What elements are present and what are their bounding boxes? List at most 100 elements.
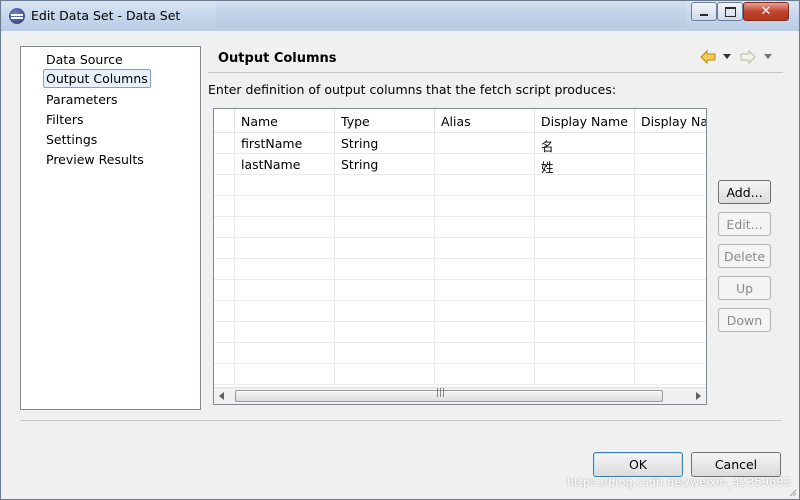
table-cell[interactable] — [235, 322, 335, 343]
scroll-thumb[interactable] — [235, 388, 663, 402]
table-row[interactable] — [214, 217, 706, 238]
table-cell[interactable] — [335, 280, 435, 301]
table-cell[interactable] — [635, 238, 706, 259]
table-cell[interactable] — [435, 280, 535, 301]
table-cell[interactable] — [435, 217, 535, 238]
nav-item-parameters[interactable]: Parameters — [43, 90, 121, 109]
table-cell[interactable] — [535, 238, 635, 259]
back-history-dropdown-icon[interactable] — [723, 54, 731, 59]
minimize-button[interactable] — [691, 2, 717, 21]
table-cell[interactable]: firstName — [235, 133, 335, 154]
table-cell[interactable] — [235, 238, 335, 259]
column-header-name[interactable]: Name — [235, 109, 335, 133]
cancel-button[interactable]: Cancel — [691, 452, 781, 477]
table-cell[interactable] — [335, 364, 435, 385]
delete-button[interactable]: Delete — [718, 244, 771, 268]
table-cell[interactable] — [635, 133, 706, 154]
horizontal-scrollbar[interactable] — [214, 387, 706, 404]
table-row[interactable] — [214, 322, 706, 343]
table-row[interactable] — [214, 364, 706, 385]
column-header-display-name[interactable]: Display Name — [535, 109, 635, 133]
table-cell[interactable] — [635, 280, 706, 301]
table-cell[interactable] — [235, 175, 335, 196]
edit-button[interactable]: Edit... — [718, 212, 771, 236]
table-cell[interactable] — [235, 259, 335, 280]
table-cell[interactable] — [335, 217, 435, 238]
table-cell[interactable] — [235, 196, 335, 217]
table-cell[interactable] — [435, 133, 535, 154]
table-cell[interactable] — [635, 175, 706, 196]
table-cell[interactable] — [235, 280, 335, 301]
table-cell[interactable] — [435, 175, 535, 196]
nav-item-preview-results[interactable]: Preview Results — [43, 150, 147, 169]
add-button[interactable]: Add... — [718, 180, 771, 204]
table-cell[interactable] — [335, 238, 435, 259]
table-cell[interactable] — [535, 175, 635, 196]
table-cell[interactable] — [435, 322, 535, 343]
ok-button[interactable]: OK — [593, 452, 683, 477]
table-cell[interactable] — [235, 364, 335, 385]
table-cell[interactable] — [535, 343, 635, 364]
output-columns-table[interactable]: Name Type Alias Display Name Display Nam… — [213, 108, 707, 405]
close-button[interactable]: ✕ — [743, 2, 789, 21]
table-cell[interactable] — [635, 259, 706, 280]
back-arrow-icon[interactable] — [700, 49, 716, 65]
table-cell[interactable] — [335, 259, 435, 280]
scroll-left-icon[interactable] — [214, 388, 231, 404]
table-cell[interactable] — [535, 217, 635, 238]
table-cell[interactable] — [235, 343, 335, 364]
table-row[interactable] — [214, 175, 706, 196]
scroll-right-icon[interactable] — [689, 388, 706, 404]
table-row[interactable] — [214, 238, 706, 259]
table-cell[interactable] — [435, 196, 535, 217]
table-row[interactable] — [214, 343, 706, 364]
table-cell[interactable] — [435, 259, 535, 280]
table-cell[interactable] — [535, 322, 635, 343]
table-cell[interactable] — [535, 364, 635, 385]
table-cell[interactable] — [235, 217, 335, 238]
table-cell[interactable] — [435, 238, 535, 259]
table-cell[interactable] — [635, 196, 706, 217]
nav-item-data-source[interactable]: Data Source — [43, 50, 126, 69]
nav-item-filters[interactable]: Filters — [43, 110, 86, 129]
table-cell[interactable] — [335, 343, 435, 364]
table-row[interactable] — [214, 280, 706, 301]
table-cell[interactable]: lastName — [235, 154, 335, 175]
table-cell[interactable]: String — [335, 154, 435, 175]
table-cell[interactable]: 名 — [535, 133, 635, 154]
table-cell[interactable] — [635, 364, 706, 385]
table-cell[interactable]: 姓 — [535, 154, 635, 175]
column-header-type[interactable]: Type — [335, 109, 435, 133]
table-cell[interactable] — [535, 301, 635, 322]
column-header-alias[interactable]: Alias — [435, 109, 535, 133]
maximize-button[interactable] — [717, 2, 743, 21]
table-cell[interactable] — [335, 175, 435, 196]
page-navigation-list[interactable]: Data Source Output Columns Parameters Fi… — [20, 46, 201, 410]
table-cell[interactable] — [435, 154, 535, 175]
column-header-display-name-key[interactable]: Display Name Key — [635, 109, 706, 133]
table-row[interactable] — [214, 259, 706, 280]
table-cell[interactable] — [635, 217, 706, 238]
table-row[interactable] — [214, 301, 706, 322]
resize-grip-icon[interactable] — [787, 487, 797, 497]
table-cell[interactable] — [335, 322, 435, 343]
up-button[interactable]: Up — [718, 276, 771, 300]
table-cell[interactable] — [535, 280, 635, 301]
table-row[interactable]: lastName String 姓 — [214, 154, 706, 175]
table-cell[interactable] — [535, 259, 635, 280]
nav-item-output-columns[interactable]: Output Columns — [43, 69, 151, 88]
table-cell[interactable] — [635, 301, 706, 322]
table-cell[interactable] — [335, 301, 435, 322]
down-button[interactable]: Down — [718, 308, 771, 332]
nav-item-settings[interactable]: Settings — [43, 130, 100, 149]
table-cell[interactable] — [435, 301, 535, 322]
table-cell[interactable] — [335, 196, 435, 217]
table-cell[interactable]: String — [335, 133, 435, 154]
table-cell[interactable] — [635, 154, 706, 175]
table-cell[interactable] — [635, 322, 706, 343]
table-cell[interactable] — [435, 364, 535, 385]
table-row[interactable]: firstName String 名 — [214, 133, 706, 154]
table-cell[interactable] — [435, 343, 535, 364]
table-row[interactable] — [214, 196, 706, 217]
title-bar[interactable]: Edit Data Set - Data Set ✕ — [1, 1, 799, 31]
